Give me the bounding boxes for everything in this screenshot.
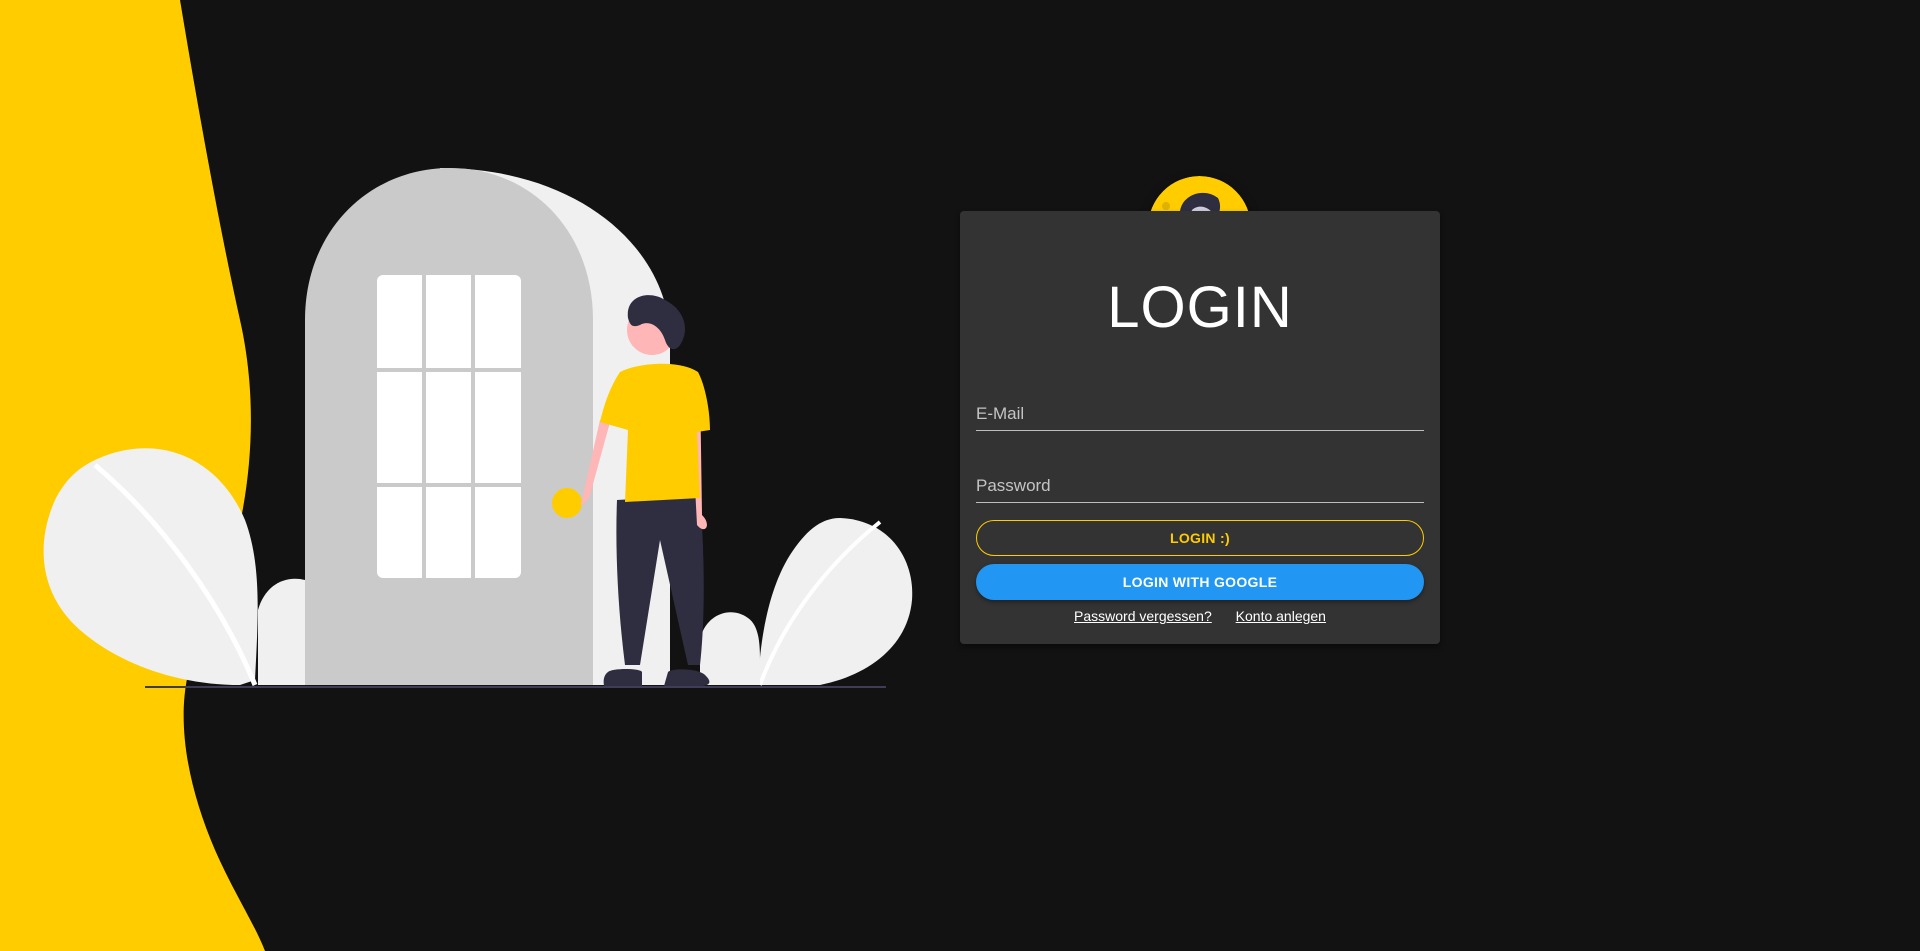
password-input[interactable] bbox=[976, 453, 1424, 502]
auth-links: Password vergessen? Konto anlegen bbox=[960, 608, 1440, 624]
forgot-password-link[interactable]: Password vergessen? bbox=[1074, 608, 1212, 624]
person-at-door-illustration bbox=[43, 168, 913, 688]
login-card: LOGIN LOGIN :) LOGIN WITH GOOGLE Passwor… bbox=[960, 211, 1440, 644]
login-button[interactable]: LOGIN :) bbox=[976, 520, 1424, 556]
login-title: LOGIN bbox=[1107, 275, 1293, 340]
login-page: LOGIN LOGIN :) LOGIN WITH GOOGLE Passwor… bbox=[0, 0, 1920, 951]
email-input[interactable] bbox=[976, 381, 1424, 430]
login-with-google-button[interactable]: LOGIN WITH GOOGLE bbox=[976, 564, 1424, 600]
left-plant-illustration bbox=[43, 448, 305, 686]
create-account-link[interactable]: Konto anlegen bbox=[1236, 608, 1326, 624]
email-field[interactable] bbox=[976, 381, 1424, 431]
password-field[interactable] bbox=[976, 453, 1424, 503]
right-plant-illustration bbox=[700, 518, 913, 686]
